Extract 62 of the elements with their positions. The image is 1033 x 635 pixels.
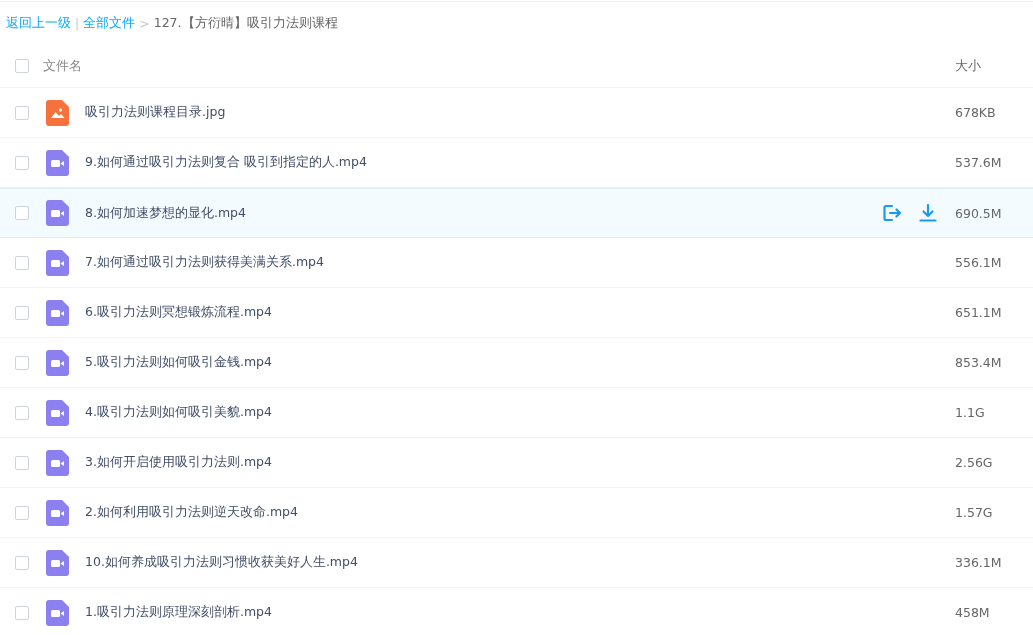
file-name[interactable]: 3.如何开启使用吸引力法则.mp4: [85, 454, 955, 471]
video-file-icon: [46, 200, 69, 226]
file-size: 651.1M: [955, 305, 1003, 320]
file-row[interactable]: 2.如何利用吸引力法则逆天改命.mp4 1.57G: [0, 488, 1033, 538]
row-checkbox[interactable]: [15, 206, 29, 220]
file-row[interactable]: 6.吸引力法则冥想锻炼流程.mp4 651.1M: [0, 288, 1033, 338]
download-icon[interactable]: [917, 202, 939, 224]
row-checkbox[interactable]: [15, 105, 29, 120]
column-header[interactable]: 文件名: [43, 57, 955, 75]
video-file-icon: [46, 399, 69, 426]
file-name[interactable]: 6.吸引力法则冥想锻炼流程.mp4: [85, 304, 955, 321]
current-folder: 127.【方衍晴】吸引力法则课程: [153, 15, 338, 32]
row-checkbox[interactable]: [15, 355, 29, 370]
file-size: 690.5M: [955, 205, 1003, 221]
file-row[interactable]: 5.吸引力法则如何吸引金钱.mp4 853.4M: [0, 338, 1033, 388]
file-row[interactable]: 吸引力法则课程目录.jpg 678KB: [0, 88, 1033, 138]
row-checkbox[interactable]: [15, 555, 29, 570]
video-file-icon: [46, 599, 69, 626]
video-file-icon: [46, 249, 69, 276]
column-header[interactable]: 大小: [955, 57, 1033, 75]
file-size: 458M: [955, 605, 991, 620]
image-file-icon: [46, 99, 69, 126]
file-name[interactable]: 2.如何利用吸引力法则逆天改命.mp4: [85, 504, 955, 521]
file-row[interactable]: 10.如何养成吸引力法则习惯收获美好人生.mp4 336.1M: [0, 538, 1033, 588]
file-name[interactable]: 10.如何养成吸引力法则习惯收获美好人生.mp4: [85, 554, 955, 571]
row-checkbox[interactable]: [15, 305, 29, 320]
video-file-icon: [46, 299, 69, 326]
select-all-checkbox[interactable]: [15, 59, 29, 73]
video-file-icon: [46, 349, 69, 376]
share-icon[interactable]: [881, 202, 903, 224]
file-name[interactable]: 1.吸引力法则原理深刻剖析.mp4: [85, 604, 955, 621]
breadcrumb-arrow: >: [139, 16, 150, 31]
file-size: 1.57G: [955, 505, 994, 520]
file-size: 1.1G: [955, 405, 986, 420]
file-name[interactable]: 9.如何通过吸引力法则复合 吸引到指定的人.mp4: [85, 154, 955, 171]
row-checkbox[interactable]: [15, 605, 29, 620]
file-name[interactable]: 7.如何通过吸引力法则获得美满关系.mp4: [85, 254, 955, 271]
file-name[interactable]: 5.吸引力法则如何吸引金钱.mp4: [85, 354, 955, 371]
file-name[interactable]: 4.吸引力法则如何吸引美貌.mp4: [85, 404, 955, 421]
file-size: 537.6M: [955, 155, 1003, 170]
file-size: 556.1M: [955, 255, 1003, 270]
row-checkbox[interactable]: [15, 155, 29, 170]
row-checkbox[interactable]: [15, 255, 29, 270]
video-file-icon: [46, 549, 69, 576]
video-file-icon: [46, 149, 69, 176]
file-size: 678KB: [955, 105, 997, 120]
file-name[interactable]: 吸引力法则课程目录.jpg: [85, 104, 955, 121]
file-row[interactable]: 4.吸引力法则如何吸引美貌.mp4 1.1G: [0, 388, 1033, 438]
file-size: 336.1M: [955, 555, 1003, 570]
file-row[interactable]: 3.如何开启使用吸引力法则.mp4 2.56G: [0, 438, 1033, 488]
file-row[interactable]: 8.如何加速梦想的显化.mp4 690.5M: [0, 188, 1033, 238]
file-row[interactable]: 1.吸引力法则原理深刻剖析.mp4 458M: [0, 588, 1033, 635]
file-name[interactable]: 8.如何加速梦想的显化.mp4: [85, 204, 881, 222]
row-checkbox[interactable]: [15, 455, 29, 470]
row-checkbox[interactable]: [15, 505, 29, 520]
file-row[interactable]: 7.如何通过吸引力法则获得美满关系.mp4 556.1M: [0, 238, 1033, 288]
file-size: 2.56G: [955, 455, 994, 470]
video-file-icon: [46, 499, 69, 526]
file-size: 853.4M: [955, 355, 1003, 370]
row-checkbox[interactable]: [15, 405, 29, 420]
video-file-icon: [46, 449, 69, 476]
separator: |: [75, 16, 80, 31]
